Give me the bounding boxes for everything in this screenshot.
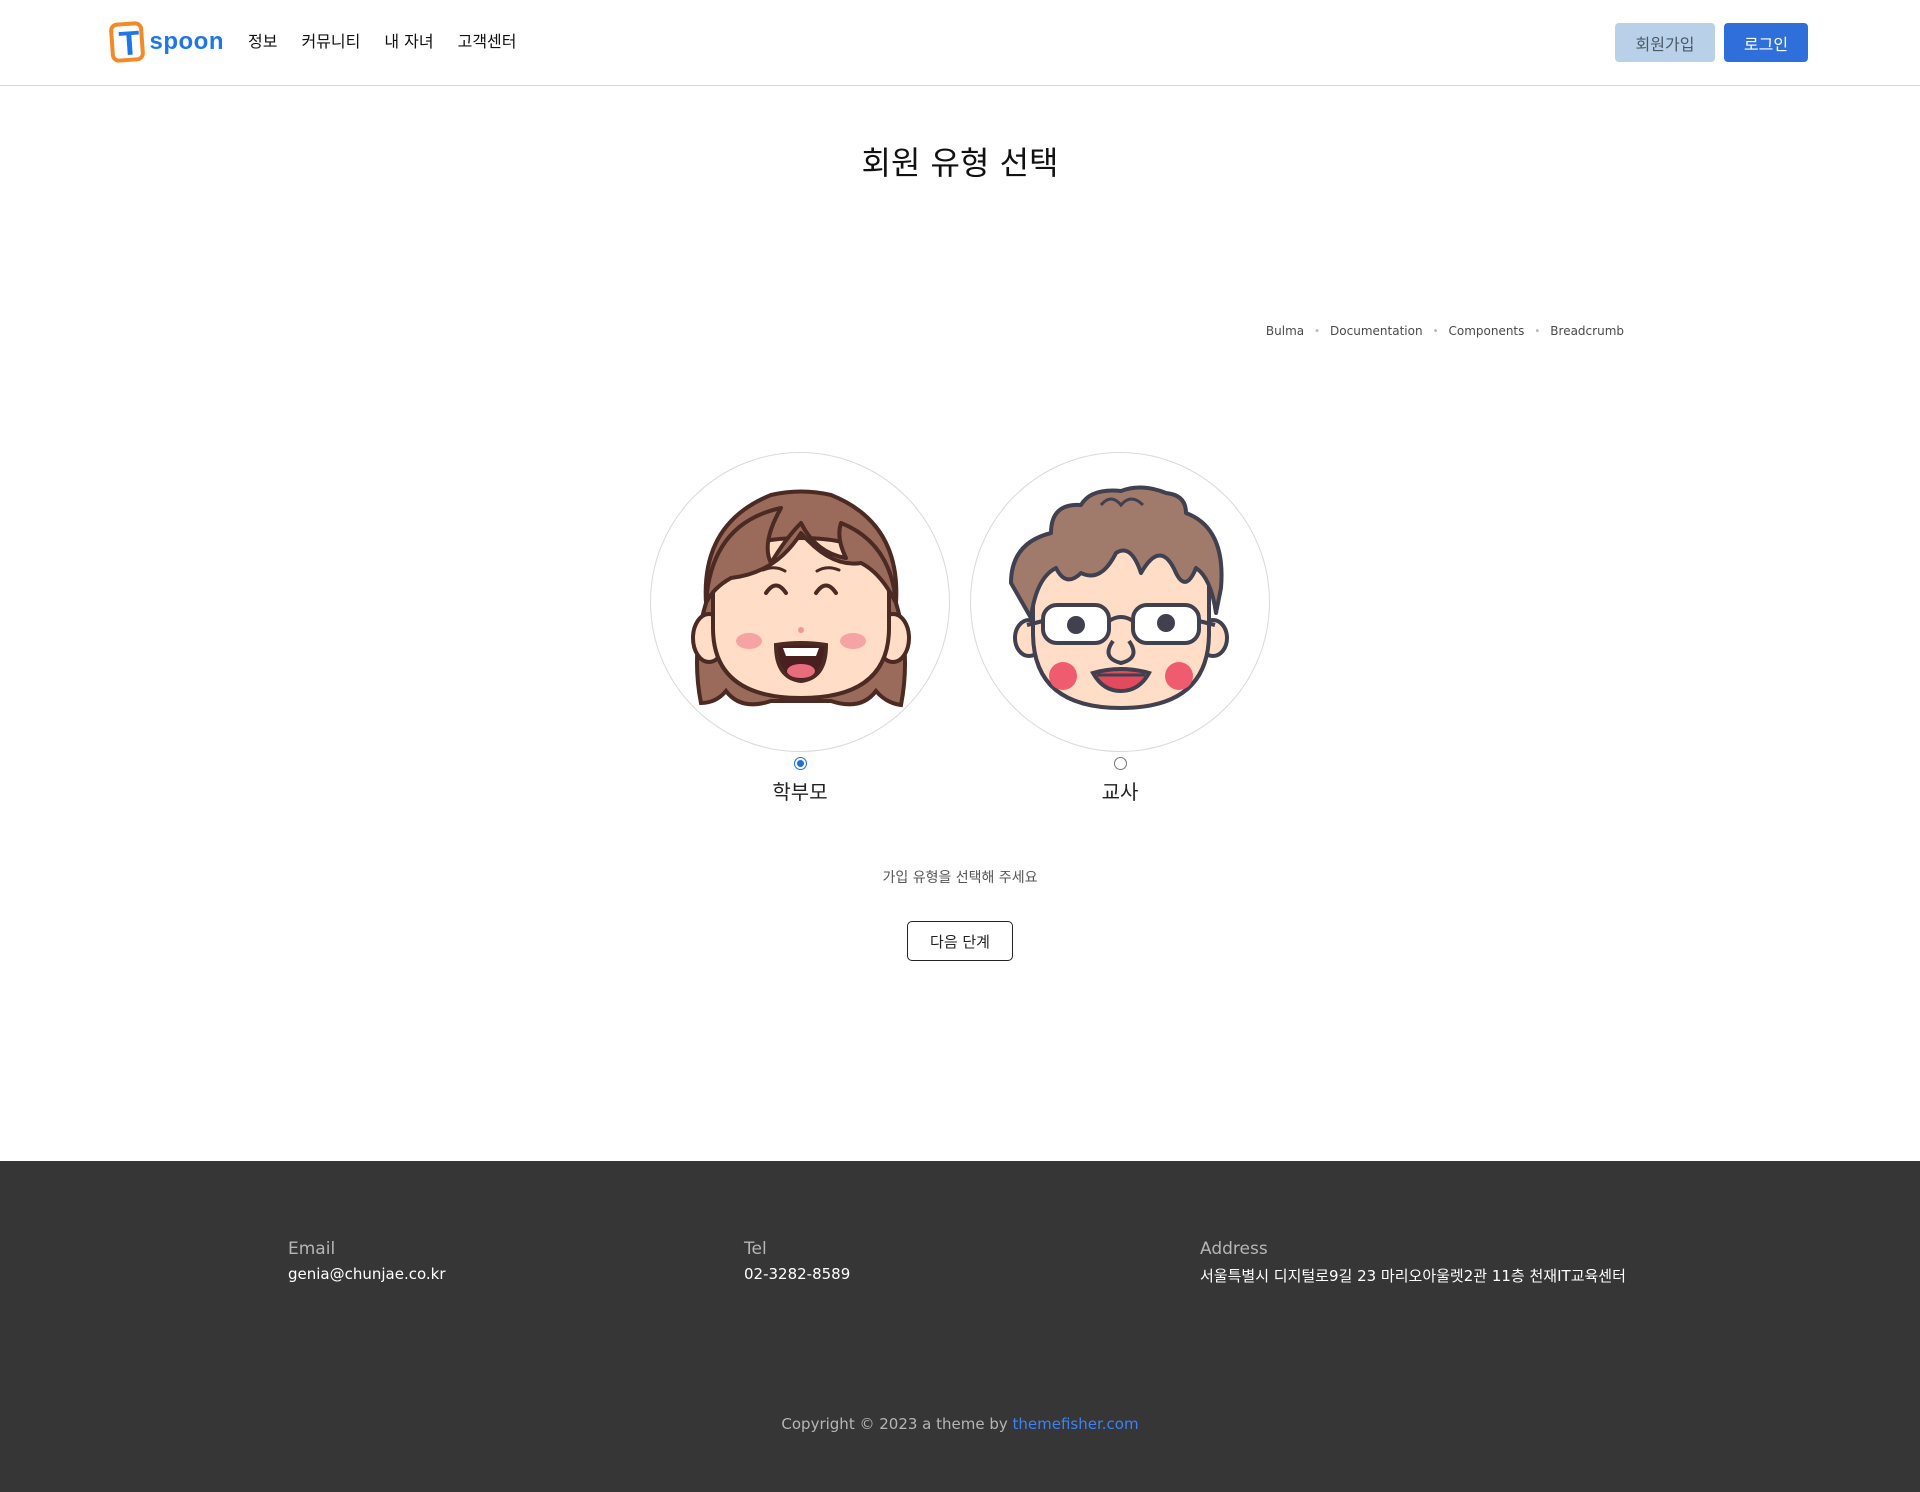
logo-letter: T <box>117 24 142 64</box>
breadcrumb-item-breadcrumb[interactable]: Breadcrumb <box>1550 324 1624 338</box>
copyright-text: Copyright © 2023 a theme by <box>781 1415 1013 1433</box>
login-button[interactable]: 로그인 <box>1724 23 1808 62</box>
breadcrumb-separator: • <box>1534 325 1541 337</box>
nav-item-my-children[interactable]: 내 자녀 <box>384 30 433 54</box>
logo-mark-icon: T <box>108 20 145 64</box>
main-nav: 정보 커뮤니티 내 자녀 고객센터 <box>248 30 540 54</box>
footer-email: Email genia@chunjae.co.kr <box>288 1239 446 1283</box>
teacher-avatar-icon <box>1009 485 1229 711</box>
copyright: Copyright © 2023 a theme by themefisher.… <box>0 1415 1920 1433</box>
parent-avatar-icon <box>691 489 911 708</box>
nav-item-community[interactable]: 커뮤니티 <box>301 30 360 54</box>
nav-item-info[interactable]: 정보 <box>248 30 277 54</box>
parent-radio[interactable] <box>793 757 807 770</box>
footer-address-value: 서울특별시 디지털로9길 23 마리오아울렛2관 11층 천재IT교육센터 <box>1200 1267 1626 1285</box>
logo-text: spoon <box>149 28 224 55</box>
teacher-label: 교사 <box>1101 780 1139 804</box>
parent-avatar[interactable] <box>650 452 950 752</box>
footer-address-label: Address <box>1200 1239 1268 1259</box>
parent-label: 학부모 <box>772 780 828 804</box>
breadcrumb-item-documentation[interactable]: Documentation <box>1330 324 1423 338</box>
footer-tel-label: Tel <box>744 1239 767 1259</box>
footer-email-value: genia@chunjae.co.kr <box>288 1265 446 1283</box>
top-navbar: T spoon 정보 커뮤니티 내 자녀 고객센터 회원가입 로그인 <box>0 0 1920 86</box>
footer-email-label: Email <box>288 1239 336 1259</box>
breadcrumb-item-components[interactable]: Components <box>1448 324 1524 338</box>
tspoon-logo[interactable]: T spoon <box>108 20 224 64</box>
member-type-teacher[interactable]: 교사 <box>970 452 1270 805</box>
breadcrumb-separator: • <box>1314 325 1321 337</box>
site-footer: Email genia@chunjae.co.kr Tel 02-3282-85… <box>0 1161 1920 1492</box>
signup-button[interactable]: 회원가입 <box>1615 23 1715 62</box>
teacher-avatar[interactable] <box>970 452 1270 752</box>
breadcrumb-item-bulma[interactable]: Bulma <box>1266 324 1304 338</box>
member-type-parent[interactable]: 학부모 <box>650 452 950 805</box>
footer-tel-value: 02-3282-8589 <box>744 1265 851 1283</box>
breadcrumb-separator: • <box>1432 325 1439 337</box>
next-step-button[interactable]: 다음 단계 <box>907 921 1013 961</box>
page-title: 회원 유형 선택 <box>861 144 1059 182</box>
teacher-radio[interactable] <box>1113 757 1127 770</box>
nav-item-support[interactable]: 고객센터 <box>458 30 517 54</box>
footer-address: Address 서울특별시 디지털로9길 23 마리오아울렛2관 11층 천재I… <box>1200 1239 1626 1286</box>
themefisher-link[interactable]: themefisher.com <box>1013 1415 1139 1433</box>
select-type-hint: 가입 유형을 선택해 주세요 <box>882 870 1038 886</box>
footer-tel: Tel 02-3282-8589 <box>744 1239 850 1283</box>
breadcrumb: Bulma • Documentation • Components • Bre… <box>1266 324 1624 338</box>
